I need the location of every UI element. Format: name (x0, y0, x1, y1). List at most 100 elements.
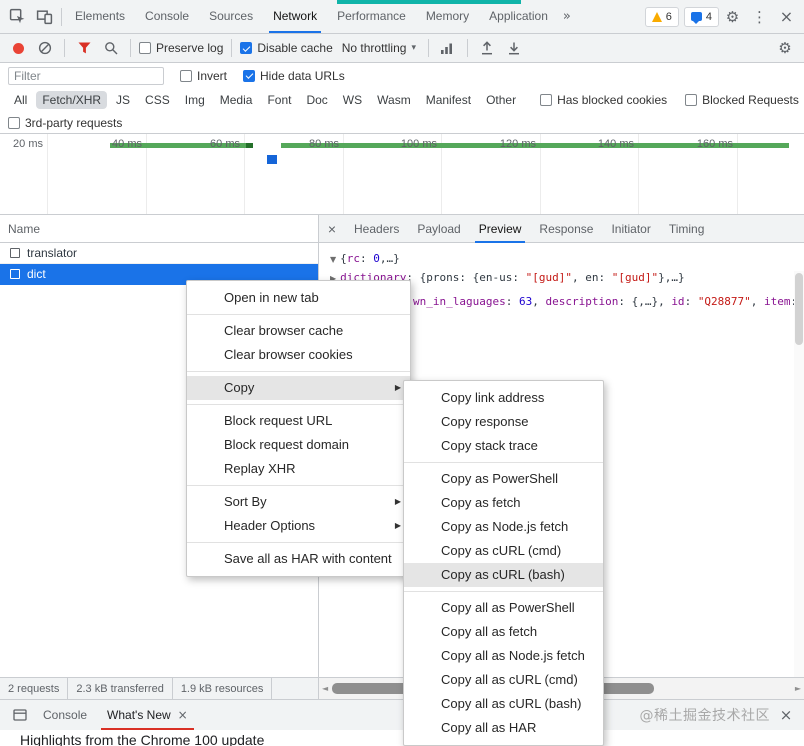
scroll-left-icon[interactable]: ◄ (322, 678, 328, 699)
menu-item-copy-response[interactable]: Copy response (404, 410, 603, 434)
menu-item-sort-by[interactable]: Sort By ▶ (187, 490, 410, 514)
export-har-button[interactable] (503, 37, 525, 59)
drawer-tab-whats-new[interactable]: What's New × (97, 700, 198, 730)
menu-item-block-request-domain[interactable]: Block request domain (187, 433, 410, 457)
search-icon (105, 42, 118, 55)
details-tabbar: × Headers Payload Preview Response Initi… (319, 215, 804, 243)
tab-preview[interactable]: Preview (470, 215, 531, 243)
menu-item-copy-as-curl-cmd[interactable]: Copy as cURL (cmd) (404, 539, 603, 563)
inspect-element-button[interactable] (4, 4, 31, 30)
more-tabs-button[interactable]: » (558, 9, 576, 24)
menu-item-save-all-as-har[interactable]: Save all as HAR with content (187, 547, 410, 571)
toolbar-divider (231, 39, 233, 57)
filter-input[interactable] (8, 66, 164, 85)
vertical-scrollbar[interactable] (794, 271, 804, 677)
network-settings-gear-icon[interactable]: ⚙ (774, 37, 796, 59)
import-har-button[interactable] (476, 37, 498, 59)
kebab-menu-icon[interactable]: ⋮ (746, 4, 773, 30)
badges-group: 6 4 (644, 6, 719, 27)
chip-other[interactable]: Other (480, 91, 522, 109)
timeline-overview[interactable]: 20 ms 40 ms 60 ms 80 ms 100 ms 120 ms 14… (0, 134, 804, 215)
network-conditions-button[interactable] (437, 37, 459, 59)
name-column-header[interactable]: Name (0, 215, 318, 243)
blocked-requests-label: Blocked Requests (702, 93, 799, 107)
tab-network[interactable]: Network (263, 0, 327, 33)
menu-separator (187, 371, 410, 372)
chip-ws[interactable]: WS (337, 91, 368, 109)
menu-item-copy-all-as-powershell[interactable]: Copy all as PowerShell (404, 596, 603, 620)
close-tab-icon[interactable]: × (178, 708, 188, 722)
search-button[interactable] (100, 37, 122, 59)
settings-gear-icon[interactable]: ⚙ (719, 4, 746, 30)
drawer-tab-console[interactable]: Console (33, 700, 97, 730)
menu-item-clear-browser-cookies[interactable]: Clear browser cookies (187, 343, 410, 367)
vertical-scrollbar-thumb[interactable] (795, 273, 803, 345)
tab-initiator[interactable]: Initiator (602, 215, 659, 243)
chip-css[interactable]: CSS (139, 91, 176, 109)
chip-img[interactable]: Img (179, 91, 211, 109)
third-party-checkbox[interactable]: 3rd-party requests (8, 116, 122, 130)
tab-memory[interactable]: Memory (416, 0, 479, 33)
preview-root-line[interactable]: ▼ {rc: 0,…} (330, 252, 400, 265)
tab-payload[interactable]: Payload (408, 215, 469, 243)
device-toolbar-button[interactable] (31, 4, 58, 30)
clear-button[interactable] (34, 37, 56, 59)
issues-badge[interactable]: 4 (683, 6, 719, 27)
warnings-badge[interactable]: 6 (644, 6, 679, 27)
chip-all[interactable]: All (8, 91, 33, 109)
scroll-right-icon[interactable]: ► (795, 678, 801, 699)
menu-item-copy-all-as-fetch[interactable]: Copy all as fetch (404, 620, 603, 644)
chip-font[interactable]: Font (261, 91, 297, 109)
hide-data-urls-checkbox[interactable]: Hide data URLs (243, 69, 345, 83)
menu-item-copy-all-as-har[interactable]: Copy all as HAR (404, 716, 603, 740)
chip-manifest[interactable]: Manifest (420, 91, 477, 109)
chip-js[interactable]: JS (110, 91, 136, 109)
menu-item-copy-all-as-curl-cmd[interactable]: Copy all as cURL (cmd) (404, 668, 603, 692)
chip-wasm[interactable]: Wasm (371, 91, 417, 109)
menu-item-copy-as-powershell[interactable]: Copy as PowerShell (404, 467, 603, 491)
download-icon (508, 42, 519, 55)
drawer-panel-button[interactable] (6, 702, 33, 728)
blocked-requests-checkbox[interactable]: Blocked Requests (685, 93, 799, 107)
menu-item-copy-as-fetch[interactable]: Copy as fetch (404, 491, 603, 515)
menu-item-copy-link-address[interactable]: Copy link address (404, 386, 603, 410)
close-details-icon[interactable]: × (319, 221, 345, 237)
devtools-window: Elements Console Sources Network Perform… (0, 0, 804, 746)
tab-elements[interactable]: Elements (65, 0, 135, 33)
upload-icon (481, 41, 492, 55)
menu-item-open-in-new-tab[interactable]: Open in new tab (187, 286, 410, 310)
disable-cache-checkbox[interactable]: Disable cache (240, 41, 333, 55)
menu-item-header-options[interactable]: Header Options ▶ (187, 514, 410, 538)
menu-item-block-request-url[interactable]: Block request URL (187, 409, 410, 433)
close-devtools-icon[interactable]: × (773, 4, 800, 30)
tab-application[interactable]: Application (479, 0, 558, 33)
menu-item-copy-as-curl-bash[interactable]: Copy as cURL (bash) (404, 563, 603, 587)
table-row-translator[interactable]: translator (0, 243, 318, 264)
chip-doc[interactable]: Doc (300, 91, 333, 109)
expanded-arrow-icon[interactable]: ▼ (330, 255, 336, 264)
menu-item-copy-as-nodejs-fetch[interactable]: Copy as Node.js fetch (404, 515, 603, 539)
record-button[interactable] (13, 42, 24, 54)
tab-console[interactable]: Console (135, 0, 199, 33)
menu-item-replay-xhr[interactable]: Replay XHR (187, 457, 410, 481)
filter-toggle-button[interactable] (73, 37, 95, 59)
clear-icon (38, 41, 52, 55)
tab-sources[interactable]: Sources (199, 0, 263, 33)
menu-item-copy[interactable]: Copy ▶ (187, 376, 410, 400)
close-drawer-icon[interactable]: × (774, 706, 798, 724)
menu-item-copy-stack-trace[interactable]: Copy stack trace (404, 434, 603, 458)
checkbox-box (243, 69, 256, 82)
menu-item-copy-all-as-curl-bash[interactable]: Copy all as cURL (bash) (404, 692, 603, 716)
chip-fetch-xhr[interactable]: Fetch/XHR (36, 91, 108, 109)
preserve-log-checkbox[interactable]: Preserve log (139, 41, 223, 55)
tab-headers[interactable]: Headers (345, 215, 408, 243)
has-blocked-cookies-checkbox[interactable]: Has blocked cookies (540, 93, 667, 107)
tab-timing[interactable]: Timing (660, 215, 714, 243)
chip-media[interactable]: Media (214, 91, 259, 109)
invert-checkbox[interactable]: Invert (180, 69, 227, 83)
tab-performance[interactable]: Performance (327, 0, 416, 33)
menu-item-clear-browser-cache[interactable]: Clear browser cache (187, 319, 410, 343)
tab-response[interactable]: Response (530, 215, 602, 243)
throttling-dropdown[interactable]: No throttling ▾ (338, 39, 420, 57)
menu-item-copy-all-as-nodejs-fetch[interactable]: Copy all as Node.js fetch (404, 644, 603, 668)
